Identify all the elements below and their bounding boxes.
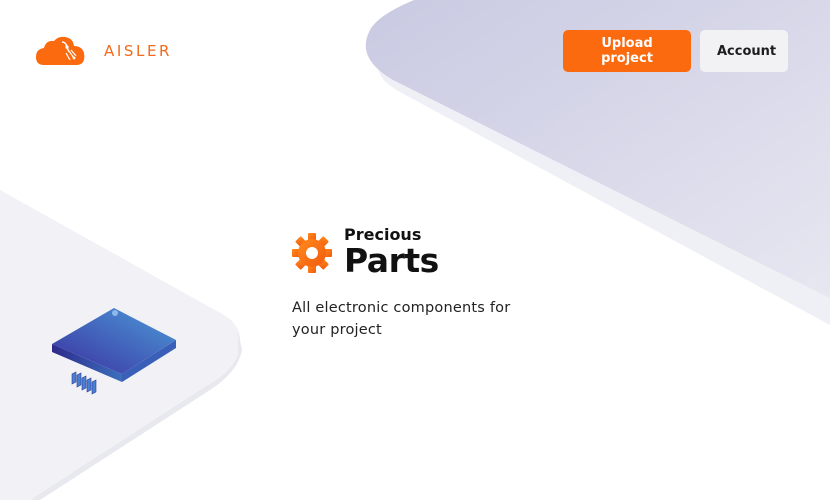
nav: Upload project Account	[563, 30, 788, 72]
hero-title-main: Parts	[344, 241, 439, 280]
account-button[interactable]: Account	[700, 30, 788, 72]
hero-heading: Precious Parts	[292, 226, 592, 279]
logo[interactable]: AISLER	[36, 36, 172, 66]
hero-title: Precious Parts	[344, 226, 439, 279]
chip-legs	[71, 371, 97, 395]
hero-description: All electronic components for your proje…	[292, 300, 511, 338]
header: AISLER Upload project Account	[0, 0, 830, 100]
chip-illustration	[52, 308, 176, 395]
upload-project-button[interactable]: Upload project	[563, 30, 691, 72]
cloud-logo-icon	[36, 36, 85, 65]
hero: Precious Parts All electronic components…	[292, 226, 592, 341]
page: AISLER Upload project Account Precious P…	[0, 0, 830, 500]
logo-text: AISLER	[104, 42, 173, 60]
gear-icon	[292, 232, 332, 273]
